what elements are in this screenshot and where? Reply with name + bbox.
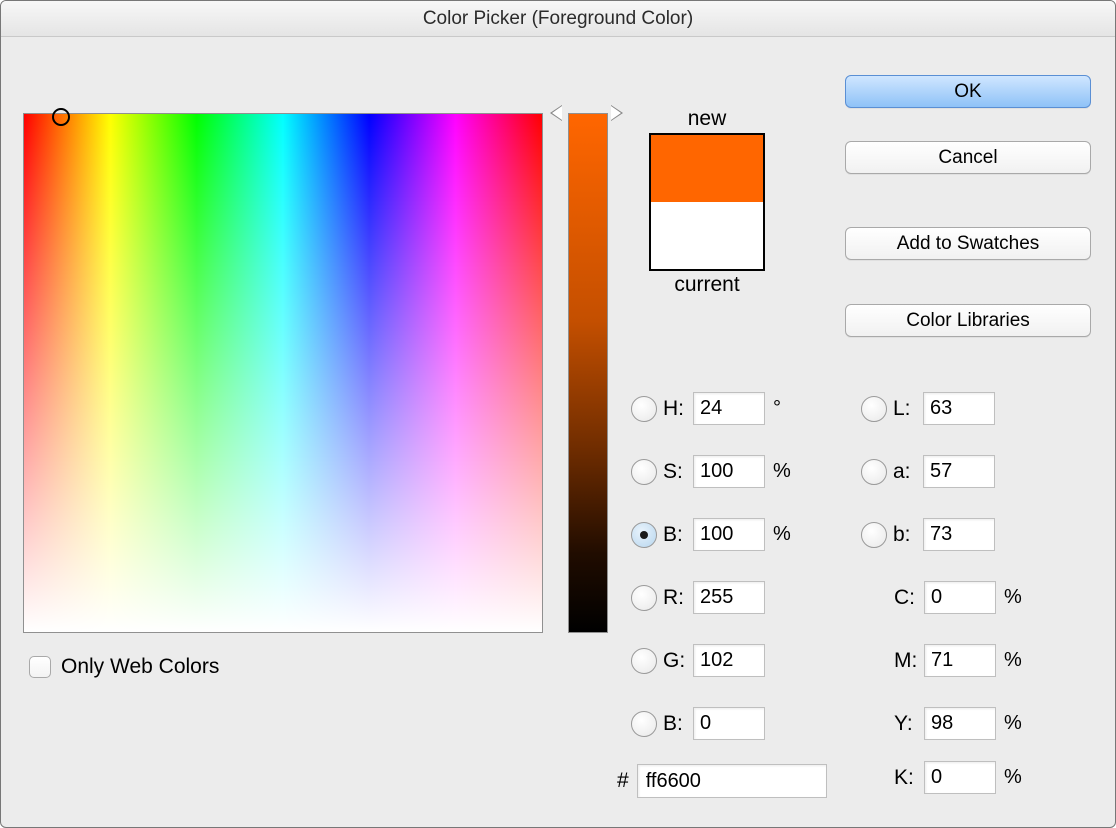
radio-r[interactable] [631,585,657,611]
ok-button[interactable]: OK [845,75,1091,108]
input-k[interactable]: 0 [924,761,996,794]
input-m[interactable]: 71 [924,644,996,677]
unit-c: % [996,586,1026,609]
strip-slider-left-icon[interactable] [550,105,562,121]
row-b-b: B: 100 % b: 73 [631,503,1091,566]
color-picker-dialog: Color Picker (Foreground Color) new curr… [0,0,1116,828]
only-web-colors-label: Only Web Colors [61,655,219,679]
input-l[interactable]: 63 [923,392,995,425]
unit-brightness: % [765,523,795,546]
hex-row: # ff6600 [617,764,827,798]
dialog-content: new current OK Cancel Add to Swatches Co… [1,37,1115,827]
row-b-y: B: 0 Y: 98 % [631,692,1091,755]
input-h[interactable]: 24 [693,392,765,425]
swatch-new-label: new [637,107,777,131]
cancel-button[interactable]: Cancel [845,141,1091,174]
swatch-current-label: current [637,273,777,297]
color-field[interactable] [23,113,543,633]
add-to-swatches-button[interactable]: Add to Swatches [845,227,1091,260]
input-blue[interactable]: 0 [693,707,765,740]
label-k: K: [894,766,924,790]
radio-blue[interactable] [631,711,657,737]
hex-hash-label: # [617,769,629,793]
color-libraries-button[interactable]: Color Libraries [845,304,1091,337]
label-lab-b: b: [893,523,923,547]
swatch-box [649,133,765,271]
row-g-m: G: 102 M: 71 % [631,629,1091,692]
unit-s: % [765,460,795,483]
input-s[interactable]: 100 [693,455,765,488]
input-g[interactable]: 102 [693,644,765,677]
strip-slider-right-icon[interactable] [611,105,623,121]
radio-h[interactable] [631,396,657,422]
label-blue: B: [663,712,693,736]
label-y: Y: [894,712,924,736]
label-g: G: [663,649,693,673]
input-c[interactable]: 0 [924,581,996,614]
window-title: Color Picker (Foreground Color) [1,1,1115,37]
radio-s[interactable] [631,459,657,485]
row-h-l: H: 24 ° L: 63 [631,377,1091,440]
label-h: H: [663,397,693,421]
swatch-current-color[interactable] [651,202,763,269]
label-brightness: B: [663,523,693,547]
row-r-c: R: 255 C: 0 % [631,566,1091,629]
hex-input[interactable]: ff6600 [637,764,827,798]
radio-dot-icon [640,531,648,539]
unit-y: % [996,712,1026,735]
label-a: a: [893,460,923,484]
radio-a[interactable] [861,459,887,485]
input-a[interactable]: 57 [923,455,995,488]
unit-h: ° [765,397,795,420]
unit-k: % [996,766,1026,789]
input-y[interactable]: 98 [924,707,996,740]
swatch-new-color[interactable] [651,135,763,202]
radio-brightness[interactable] [631,522,657,548]
color-field-cursor-icon [52,108,70,126]
label-s: S: [663,460,693,484]
row-k: K: 0 % [861,761,1026,794]
radio-g[interactable] [631,648,657,674]
radio-l[interactable] [861,396,887,422]
label-l: L: [893,397,923,421]
radio-lab-b[interactable] [861,522,887,548]
input-r[interactable]: 255 [693,581,765,614]
color-strip[interactable] [568,113,608,633]
input-lab-b[interactable]: 73 [923,518,995,551]
only-web-colors-row: Only Web Colors [29,655,219,679]
label-m: M: [894,649,924,673]
row-s-a: S: 100 % a: 57 [631,440,1091,503]
label-r: R: [663,586,693,610]
value-fields: H: 24 ° L: 63 S: 100 % [631,377,1091,755]
label-c: C: [894,586,924,610]
only-web-colors-checkbox[interactable] [29,656,51,678]
unit-m: % [996,649,1026,672]
swatch-preview: new current [637,107,777,299]
input-brightness[interactable]: 100 [693,518,765,551]
